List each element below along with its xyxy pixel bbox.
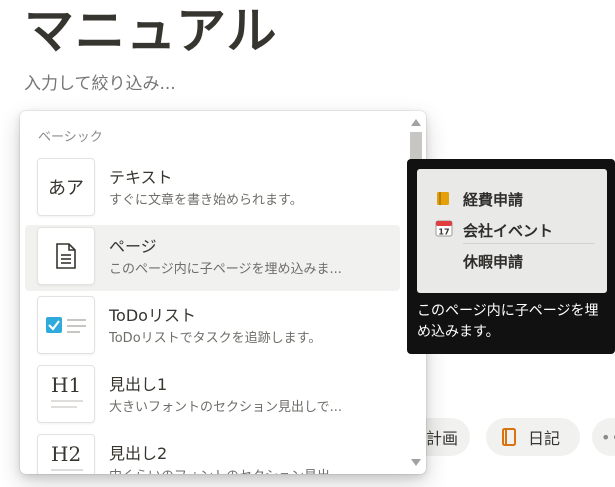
preview-row: 経費申請 xyxy=(435,189,523,210)
preview-row: 17 会社イベント xyxy=(435,219,553,241)
item-title: テキスト xyxy=(109,168,173,187)
scroll-up-arrow-icon[interactable] xyxy=(411,119,421,126)
item-description: 中くらいのフォントのセクション見出... xyxy=(109,465,395,474)
book-icon xyxy=(502,428,520,446)
menu-item-heading-2[interactable]: H2 見出し2 中くらいのフォントのセクション見出... xyxy=(25,432,400,474)
heading-1-icon: H1 xyxy=(37,365,95,423)
preview-caption: このページ内に子ページを埋め込みます。 xyxy=(417,303,599,340)
preview-row: 休暇申請 xyxy=(463,253,524,271)
chip-diary-label: 日記 xyxy=(528,429,561,448)
calendar-icon: 17 xyxy=(435,219,455,241)
svg-text:17: 17 xyxy=(438,228,449,237)
heading-2-icon: H2 xyxy=(37,434,95,474)
checkbox-icon xyxy=(37,296,95,354)
page-title[interactable]: マニュアル xyxy=(24,0,278,62)
item-title: 見出し2 xyxy=(109,444,168,463)
item-description: 大きいフォントのセクション見出しで... xyxy=(109,400,343,415)
block-type-menu[interactable]: ベーシック あア テキスト すぐに文章を書き始められます。 ページ このページ内… xyxy=(20,111,426,474)
page-icon xyxy=(37,227,95,285)
menu-item-heading-1[interactable]: H1 見出し1 大きいフォントのセクション見出しで... xyxy=(25,363,400,429)
item-description: すぐに文章を書き始められます。 xyxy=(109,193,303,208)
filter-input[interactable] xyxy=(24,74,274,94)
page-preview-tooltip: 経費申請 17 会社イベント 休暇申請 このページ内に子ページを埋め込みます。 xyxy=(407,159,615,354)
item-title: 見出し1 xyxy=(109,375,168,394)
section-header: ベーシック xyxy=(38,130,103,145)
preview-card: 経費申請 17 会社イベント 休暇申請 xyxy=(417,169,607,293)
chip-plan-label: 計画 xyxy=(425,429,458,448)
menu-item-text[interactable]: あア テキスト すぐに文章を書き始められます。 xyxy=(25,156,400,222)
dropdown-caret xyxy=(226,58,246,68)
item-description: このページ内に子ページを埋め込みま... xyxy=(109,262,342,277)
chip-more[interactable]: ••• xyxy=(592,418,615,456)
item-title: ページ xyxy=(109,237,157,256)
text-glyph-icon: あア xyxy=(37,158,95,216)
menu-item-todo[interactable]: ToDoリスト ToDoリストでタスクを追跡します。 xyxy=(25,294,400,360)
folder-icon xyxy=(435,190,455,210)
item-title: ToDoリスト xyxy=(109,306,196,325)
item-description: ToDoリストでタスクを追跡します。 xyxy=(109,331,322,346)
scroll-down-arrow-icon[interactable] xyxy=(411,459,421,466)
chip-diary[interactable]: 日記 xyxy=(486,418,580,456)
menu-item-page[interactable]: ページ このページ内に子ページを埋め込みま... xyxy=(25,225,400,291)
more-icon: ••• xyxy=(601,427,615,447)
preview-divider xyxy=(463,243,595,244)
